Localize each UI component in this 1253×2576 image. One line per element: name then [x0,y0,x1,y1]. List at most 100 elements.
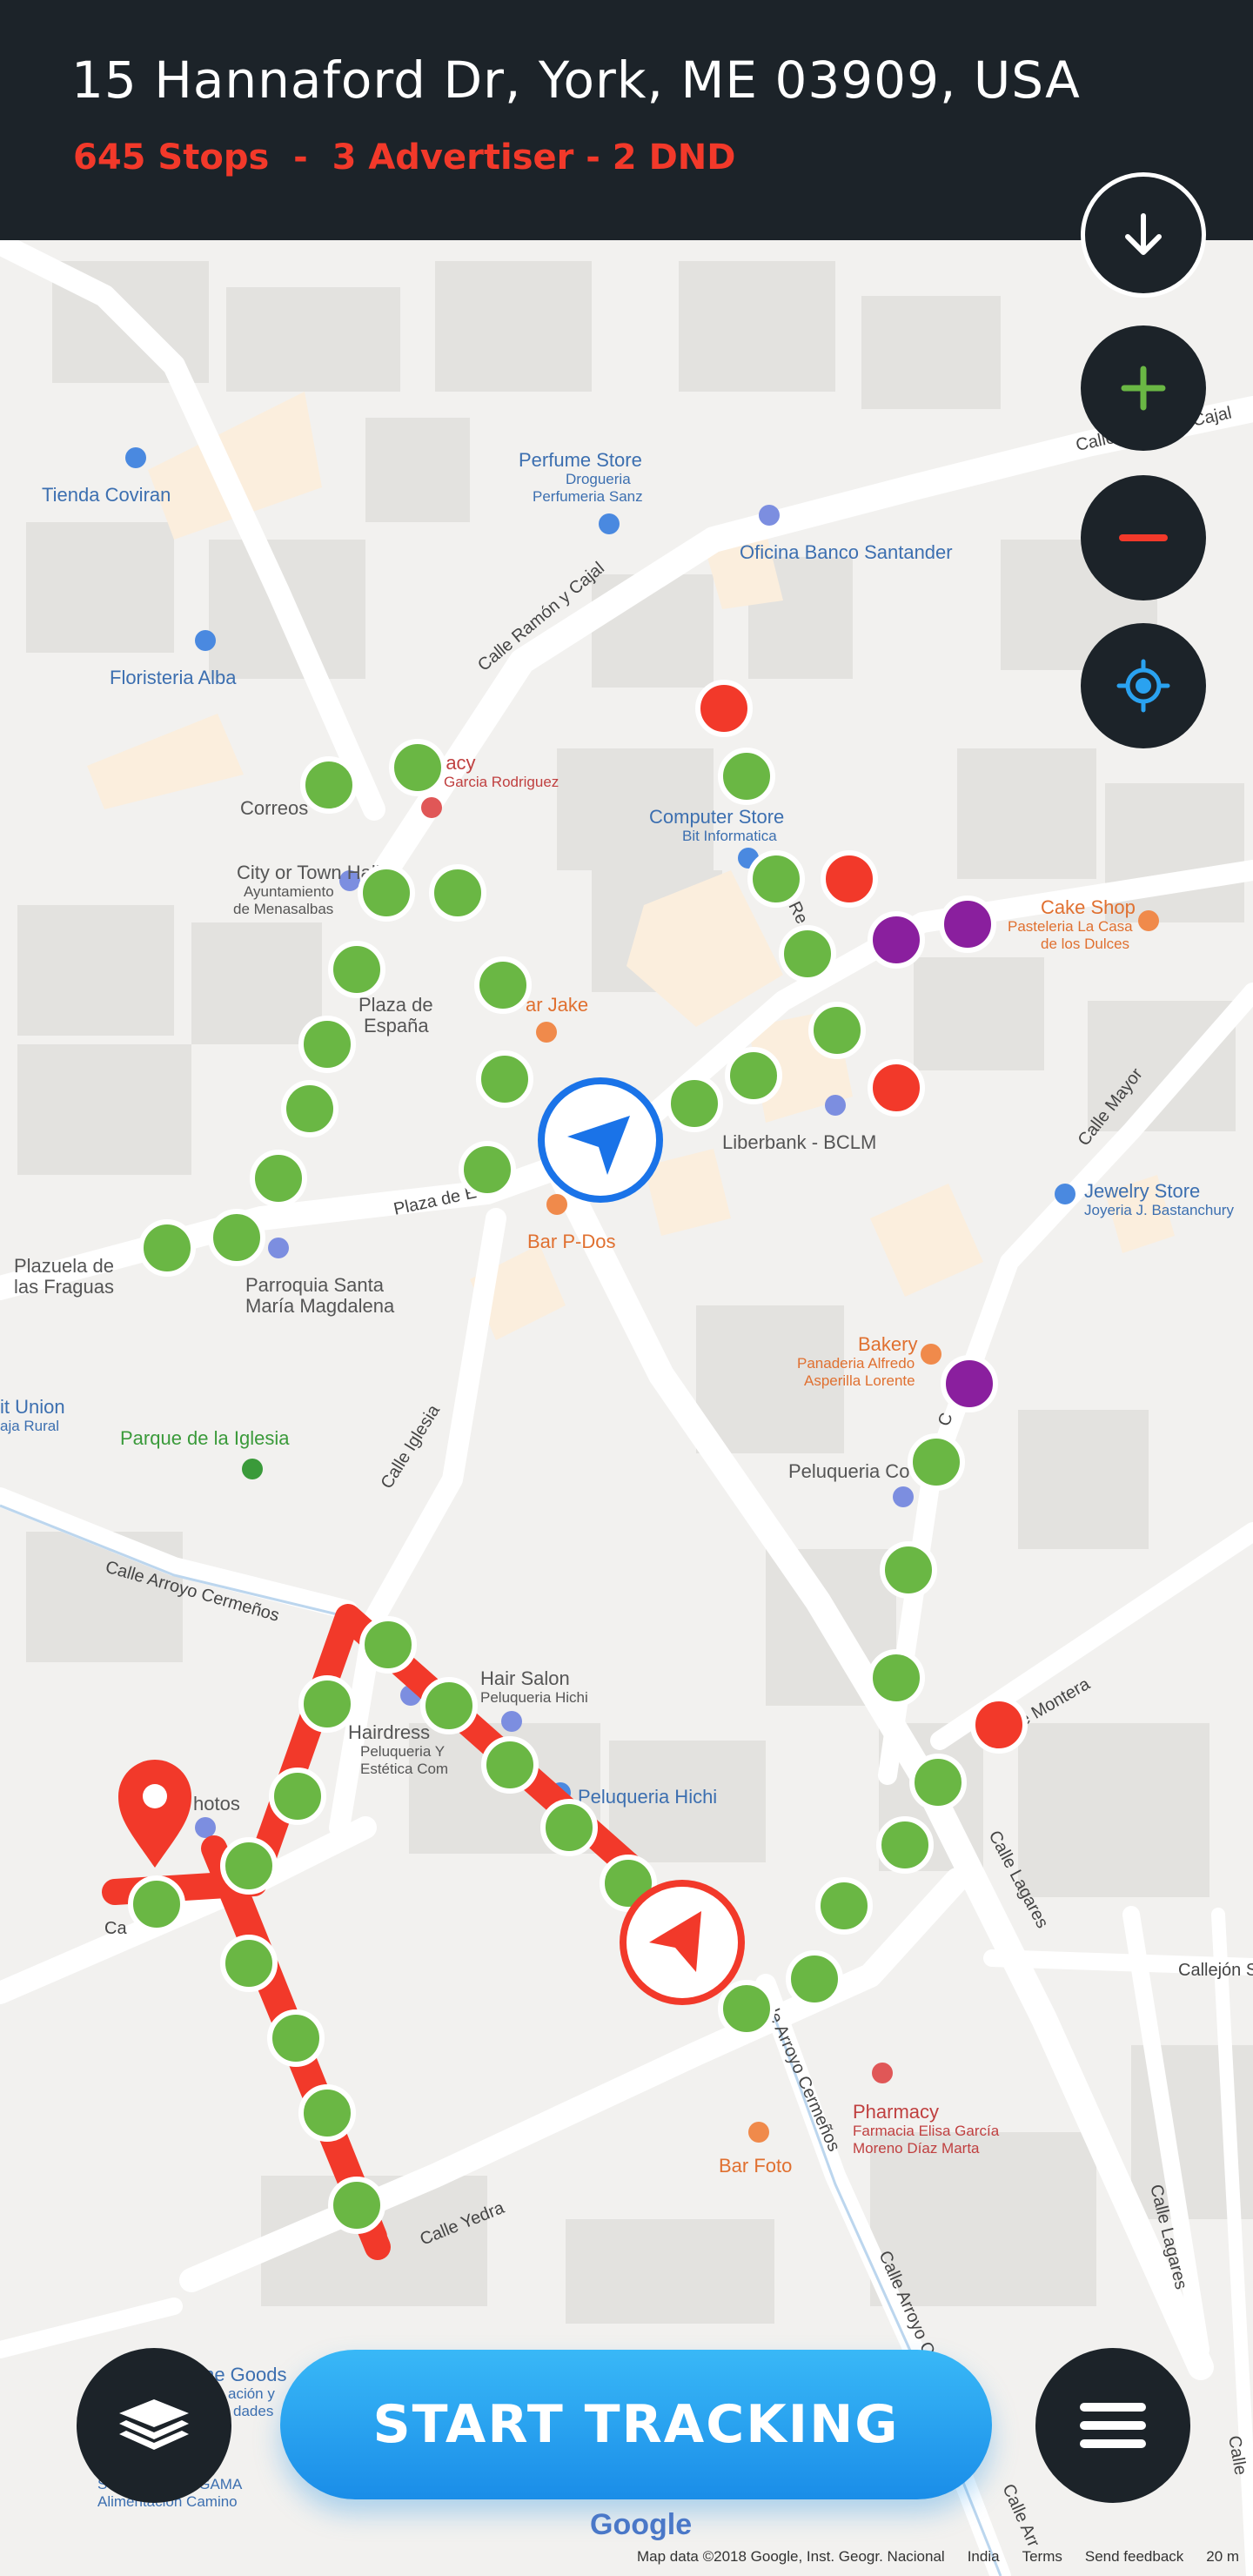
stop-green[interactable] [747,850,805,908]
stop-green[interactable] [220,1935,278,1992]
poi-label: dades [233,2403,273,2419]
crosshair-icon [1116,659,1170,713]
stop-green[interactable] [250,1150,307,1207]
poi-label: Ayuntamiento [244,883,334,900]
stop-green[interactable] [208,1209,265,1266]
stop-green[interactable] [779,925,836,983]
stop-red[interactable] [868,1059,925,1117]
poi-label: España [364,1015,429,1036]
poi-label: Plazuela de [14,1255,114,1277]
poi-label: Parque de la Iglesia [120,1427,290,1449]
stop-green[interactable] [298,1675,356,1733]
zoom-in-button[interactable] [1081,325,1206,451]
poi-label: Tienda Coviran [42,484,171,506]
poi-label: Oficina Banco Santander [740,541,953,563]
poi-label: Computer Store [649,806,784,828]
poi-label: Plaza de [358,994,433,1016]
poi-label: Floristeria Alba [110,667,237,688]
street-label: Callejón S [1178,1961,1253,1980]
poi-label: Pharmacy [853,2101,939,2123]
stop-green[interactable] [269,1768,326,1825]
stop-red[interactable] [821,850,878,908]
stop-purple[interactable] [868,911,925,969]
stop-green[interactable] [359,1616,417,1674]
map-canvas[interactable]: Tienda Coviran Perfume Store Drogueria P… [0,0,1253,2576]
locate-me-button[interactable] [1081,623,1206,748]
stop-green[interactable] [298,2084,356,2142]
plus-icon [1121,366,1166,411]
stop-green[interactable] [868,1649,925,1707]
address-header: 15 Hannaford Dr, York, ME 03909, USA 645… [0,0,1253,240]
stop-green[interactable] [876,1816,934,1874]
poi-label: Bar Foto [719,2155,792,2177]
poi-label: las Fraguas [14,1276,114,1298]
zoom-out-button[interactable] [1081,475,1206,600]
stop-green[interactable] [880,1541,937,1599]
poi-label: ar Jake [526,994,588,1016]
menu-button[interactable] [1035,2348,1190,2503]
poi-label: Panaderia Alfredo [797,1355,915,1372]
stop-green[interactable] [459,1141,516,1198]
stop-green[interactable] [909,1754,967,1811]
poi-label: Pasteleria La Casa [1008,918,1133,935]
stop-green[interactable] [725,1047,782,1104]
stop-green[interactable] [281,1080,338,1137]
stop-green[interactable] [908,1433,965,1491]
poi-label: aja Rural [0,1418,59,1434]
stop-green[interactable] [481,1736,539,1794]
arrow-down-icon [1125,213,1162,255]
scale-label: 20 m [1206,2548,1240,2565]
country-label: India [967,2548,1000,2565]
stop-green[interactable] [220,1837,278,1895]
stop-purple[interactable] [941,1355,998,1412]
poi-label: Correos [240,797,308,819]
stop-green[interactable] [389,739,446,796]
stop-green[interactable] [474,956,532,1014]
stop-green[interactable] [666,1075,723,1132]
poi-label: Perfumeria Sanz [533,488,643,505]
stop-green[interactable] [808,1002,866,1059]
poi-label: Hair Salon [480,1667,570,1689]
map-attribution: Map data ©2018 Google, Inst. Geogr. Naci… [637,2548,1253,2566]
poi-label: Drogueria [566,471,631,487]
minus-icon [1119,534,1168,541]
download-button[interactable] [1081,172,1206,298]
stop-red[interactable] [970,1696,1028,1754]
stop-green[interactable] [328,2177,385,2234]
poi-label: Parroquia Santa [245,1274,385,1296]
poi-label: Peluqueria Hichi [480,1689,588,1706]
poi-label: Hairdress [348,1721,430,1743]
stop-green[interactable] [128,1875,185,1933]
poi-label: Cake Shop [1041,896,1136,918]
stop-purple[interactable] [939,896,996,953]
poi-label: Farmacia Elisa García [853,2123,1000,2139]
poi-label: City or Town Hall [237,862,380,883]
stop-green[interactable] [420,1677,478,1734]
stop-green[interactable] [429,864,486,922]
stop-green[interactable] [476,1050,533,1108]
stop-green[interactable] [328,941,385,998]
street-label: Ca [104,1919,127,1938]
stop-green[interactable] [815,1877,873,1935]
current-location-icon[interactable] [538,1077,663,1203]
poi-label: de Menasalbas [233,901,333,917]
stop-green[interactable] [718,1980,775,2037]
stop-green[interactable] [540,1799,598,1856]
poi-label: Joyeria J. Bastanchury [1084,1202,1234,1218]
driver-heading-icon [620,1880,745,2005]
stop-green[interactable] [300,756,358,814]
poi-label: Asperilla Lorente [804,1372,915,1389]
stop-green[interactable] [138,1219,196,1277]
send-feedback-link[interactable]: Send feedback [1085,2548,1183,2565]
stop-green[interactable] [358,864,415,922]
stop-green[interactable] [786,1950,843,2008]
layers-button[interactable] [77,2348,231,2503]
stop-green[interactable] [267,2009,325,2067]
stop-green[interactable] [718,748,775,805]
start-tracking-button[interactable]: START TRACKING [280,2350,992,2499]
poi-label: it Union [0,1396,65,1418]
google-logo: Google [590,2508,693,2541]
terms-link[interactable]: Terms [1022,2548,1062,2565]
stop-red[interactable] [695,680,753,737]
stop-green[interactable] [298,1016,356,1073]
